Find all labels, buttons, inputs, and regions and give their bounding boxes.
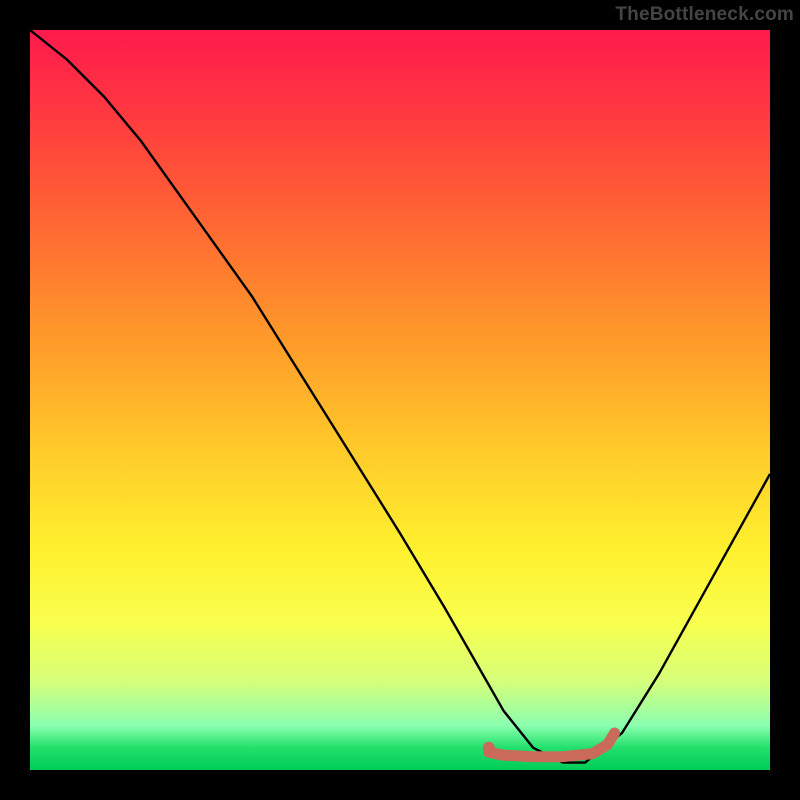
chart-canvas [30, 30, 770, 770]
optimum-point [483, 742, 495, 754]
watermark: TheBottleneck.com [615, 4, 794, 26]
optimum-segment [489, 733, 615, 757]
bottleneck-curve [30, 30, 770, 763]
bottleneck-curve-svg [30, 30, 770, 770]
